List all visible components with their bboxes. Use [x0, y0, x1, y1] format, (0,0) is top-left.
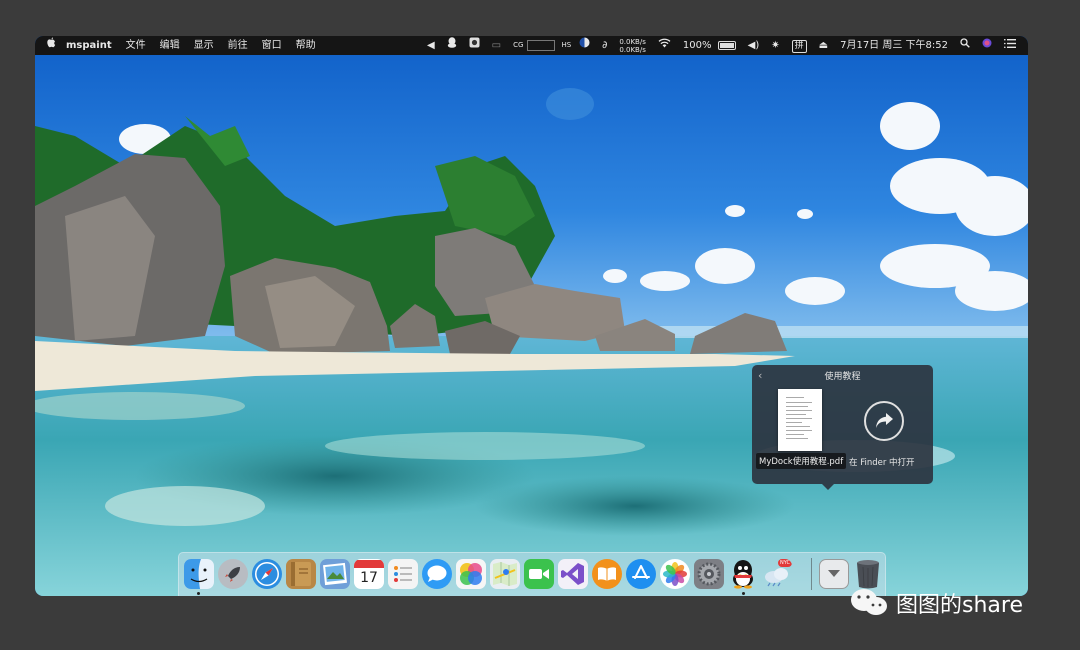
- half-circle-icon[interactable]: [573, 36, 596, 55]
- app-name[interactable]: mspaint: [62, 36, 119, 55]
- dock-app-facetime[interactable]: [524, 559, 554, 589]
- popover-title: 使用教程: [824, 372, 861, 382]
- network-up: 0.0KB/s: [619, 37, 646, 46]
- desktop-wallpaper: [35, 36, 1028, 596]
- calendar-header: [354, 560, 384, 568]
- apple-icon[interactable]: [35, 36, 62, 55]
- memory-icon[interactable]: HS: [559, 36, 573, 55]
- menu-edit[interactable]: 编辑: [153, 36, 187, 55]
- battery-icon: [717, 40, 736, 50]
- dock-separator: [811, 558, 812, 590]
- watermark-text: 图图的share: [896, 593, 1023, 618]
- scroll-icon[interactable]: ∂: [596, 36, 613, 55]
- dock-app-finder[interactable]: [184, 559, 214, 589]
- photo-icon: [323, 562, 347, 586]
- siri-icon[interactable]: [976, 36, 998, 55]
- dock-stack-downloads[interactable]: [819, 559, 849, 589]
- dock-app-messages[interactable]: [422, 559, 452, 589]
- file-name-label[interactable]: MyDock使用教程.pdf: [756, 453, 847, 469]
- dock-app-ibooks[interactable]: [592, 559, 622, 589]
- appstore-icon: [632, 565, 650, 579]
- wechat-icon: [848, 587, 892, 619]
- dock-app-system-preferences[interactable]: [694, 559, 724, 589]
- colorwheel-icon: [460, 563, 482, 585]
- clock[interactable]: 7月17日 周三 下午8:52: [834, 36, 954, 55]
- wifi-icon[interactable]: [652, 36, 677, 55]
- dock-app-safari[interactable]: [252, 559, 282, 589]
- running-indicator: [742, 592, 745, 595]
- open-book-icon: [598, 567, 616, 581]
- camera-icon[interactable]: ▭: [486, 36, 507, 55]
- dock: 17 NYC: [178, 552, 886, 596]
- book-icon: [291, 562, 311, 586]
- activity-graph: [527, 40, 556, 51]
- chat-icon: [427, 565, 447, 582]
- eject-icon[interactable]: ⏏: [813, 36, 834, 55]
- menu-view[interactable]: 显示: [187, 36, 221, 55]
- penguin-icon: [733, 560, 753, 589]
- dock-app-appstore[interactable]: [626, 559, 656, 589]
- dock-app-visual-studio[interactable]: [558, 559, 588, 589]
- menu-bar: mspaint 文件 编辑 显示 前往 窗口 帮助 ◀ ▭ CG HS ∂ 0.…: [35, 36, 1028, 55]
- dock-app-weather[interactable]: NYC: [762, 559, 792, 589]
- dock-app-preview[interactable]: [320, 559, 350, 589]
- running-indicator: [197, 592, 200, 595]
- menu-window[interactable]: 窗口: [255, 36, 289, 55]
- dock-app-color[interactable]: [456, 559, 486, 589]
- compass-icon: [255, 562, 279, 586]
- input-method-label: 拼: [791, 40, 807, 53]
- video-icon: [529, 569, 549, 579]
- volume-icon[interactable]: ◀): [742, 36, 766, 55]
- open-in-finder-button[interactable]: [864, 401, 904, 441]
- menu-help[interactable]: 帮助: [289, 36, 323, 55]
- network-down: 0.0KB/s: [619, 45, 646, 54]
- arrow-left-icon[interactable]: ◀: [421, 36, 441, 55]
- desktop-screen: mspaint 文件 编辑 显示 前往 窗口 帮助 ◀ ▭ CG HS ∂ 0.…: [35, 36, 1028, 596]
- dock-app-photos[interactable]: [660, 559, 690, 589]
- menu-file[interactable]: 文件: [119, 36, 153, 55]
- map-icon: [493, 562, 517, 586]
- brightness-icon[interactable]: ✷: [765, 36, 785, 55]
- dock-app-notes-book[interactable]: [286, 559, 316, 589]
- spotlight-search-icon[interactable]: [954, 36, 976, 55]
- notification-center-icon[interactable]: [998, 36, 1022, 55]
- battery-percent: 100%: [682, 40, 712, 51]
- flower-icon: [663, 562, 687, 586]
- dock-stack-popover: ‹ 使用教程 MyDock使用教程.pdf 在 Finder 中打开: [752, 365, 933, 490]
- list-icon: [394, 566, 412, 582]
- status-area: ◀ ▭ CG HS ∂ 0.0KB/s 0.0KB/s 100% ◀) ✷ 拼 …: [421, 36, 1022, 55]
- open-in-finder-label[interactable]: 在 Finder 中打开: [849, 456, 915, 468]
- dock-app-calendar[interactable]: 17: [354, 559, 384, 589]
- weather-badge: NYC: [777, 559, 792, 567]
- calendar-icon: 17: [360, 570, 378, 586]
- battery-status[interactable]: 100%: [677, 36, 742, 55]
- watermark: 图图的share: [848, 585, 1023, 621]
- chevron-down-icon: [828, 570, 840, 577]
- network-speed: 0.0KB/s 0.0KB/s: [613, 38, 652, 54]
- pdf-file-thumbnail[interactable]: [778, 389, 822, 451]
- menu-go[interactable]: 前往: [221, 36, 255, 55]
- gear-icon: [697, 562, 721, 586]
- input-method[interactable]: 拼: [786, 36, 813, 55]
- share-arrow-icon: [876, 413, 893, 428]
- rocket-icon: [225, 567, 240, 582]
- cpu-monitor-icon[interactable]: CG: [507, 36, 523, 55]
- vs-icon: [561, 563, 584, 585]
- dock-app-launchpad[interactable]: [218, 559, 248, 589]
- dock-app-reminders[interactable]: [388, 559, 418, 589]
- dock-app-qq[interactable]: [728, 559, 758, 589]
- dock-app-maps[interactable]: [490, 559, 520, 589]
- penguin-status-icon[interactable]: [441, 36, 463, 55]
- app-status-icon[interactable]: [463, 36, 486, 55]
- finder-icon: [184, 559, 214, 589]
